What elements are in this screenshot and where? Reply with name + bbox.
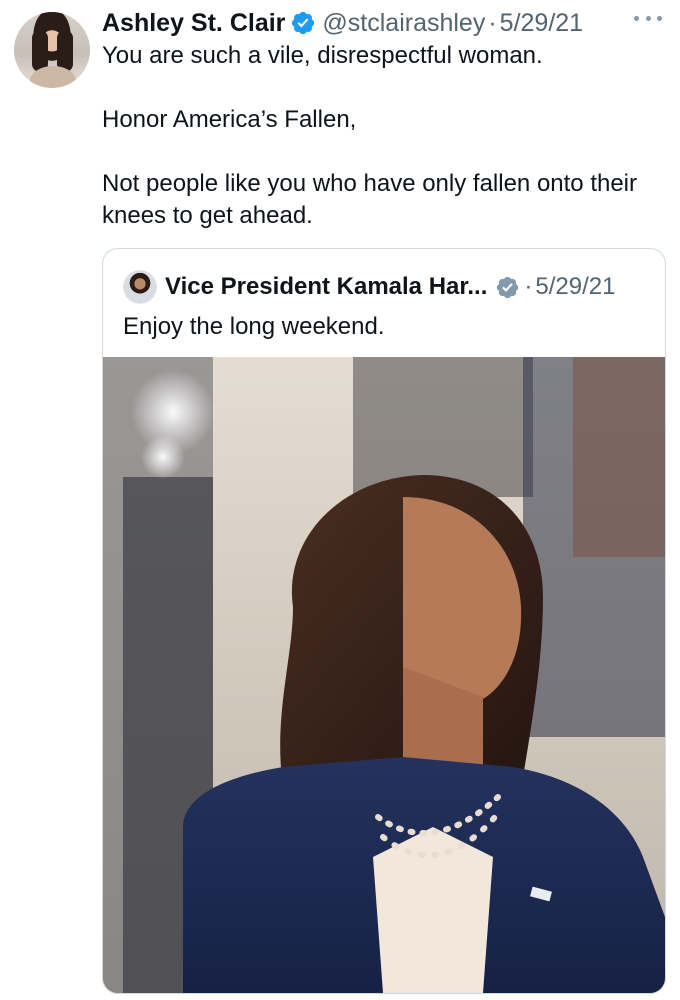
photo-illustration xyxy=(103,357,665,993)
avatar-shoulders xyxy=(30,66,76,88)
tweet-paragraph: Not people like you who have only fallen… xyxy=(102,170,638,229)
author-avatar[interactable] xyxy=(14,12,90,88)
header-separator: · xyxy=(488,8,497,37)
more-horizontal-icon[interactable] xyxy=(634,8,662,28)
quoted-author-display-name[interactable]: Vice President Kamala Har... xyxy=(165,273,487,301)
more-dot xyxy=(657,15,662,21)
tweet-header: Ashley St. Clair @stclairashley · 5/29/2… xyxy=(102,6,583,40)
bokeh-light xyxy=(141,435,185,479)
quoted-tweet-photo[interactable] xyxy=(103,357,665,993)
quoted-tweet-header: Vice President Kamala Har... · 5/29/21 xyxy=(123,269,615,305)
author-display-name[interactable]: Ashley St. Clair xyxy=(102,9,285,38)
more-dot xyxy=(634,15,639,21)
tweet-paragraph: You are such a vile, disrespectful woman… xyxy=(102,42,543,69)
quoted-tweet-card[interactable]: Vice President Kamala Har... · 5/29/21 E… xyxy=(102,248,666,994)
more-dot xyxy=(645,15,651,21)
tweet-body: You are such a vile, disrespectful woman… xyxy=(102,40,642,232)
quoted-header-separator: · xyxy=(524,273,533,300)
quoted-author-avatar[interactable] xyxy=(123,270,157,304)
author-handle[interactable]: @stclairashley xyxy=(322,9,485,38)
background-camera xyxy=(353,357,533,497)
verified-badge-icon xyxy=(292,11,315,35)
quoted-tweet-text: Enjoy the long weekend. xyxy=(123,313,385,340)
background-wood-panel xyxy=(573,357,665,557)
tweet[interactable]: Ashley St. Clair @stclairashley · 5/29/2… xyxy=(0,0,680,1000)
subject-blouse xyxy=(373,827,493,993)
tweet-paragraph: Honor America’s Fallen, xyxy=(102,106,357,133)
quoted-tweet-date[interactable]: 5/29/21 xyxy=(535,273,615,301)
government-verified-icon xyxy=(497,276,519,298)
tweet-date[interactable]: 5/29/21 xyxy=(500,9,583,38)
